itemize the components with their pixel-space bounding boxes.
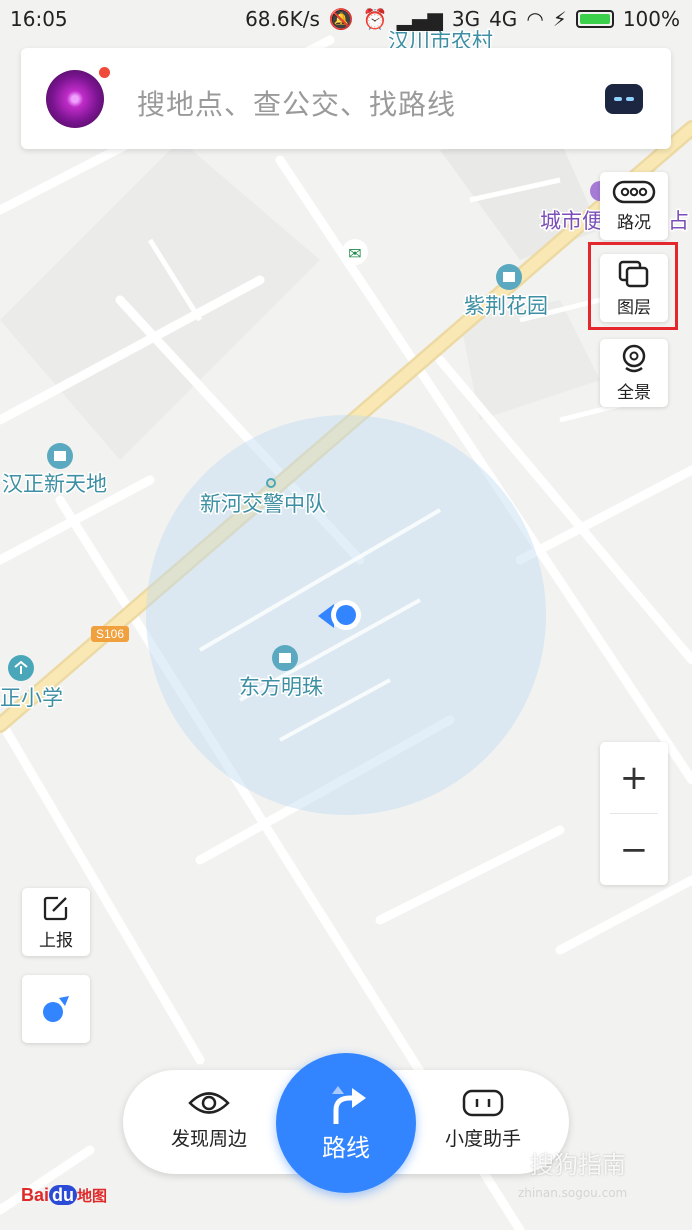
zoom-control: + − (600, 742, 668, 885)
assistant-robot-icon[interactable] (605, 84, 643, 114)
label-police: 新河交警中队 (200, 492, 326, 516)
notification-dot (99, 67, 110, 78)
zoom-out-button[interactable]: − (600, 814, 668, 885)
discover-button[interactable]: 发现周边 (149, 1088, 269, 1151)
signal-icon: ▂▄▆ (396, 7, 443, 31)
poi-hanzheng-icon (47, 443, 73, 469)
road-badge-label: S106 (96, 627, 124, 641)
poi-school-icon (8, 655, 34, 681)
status-bar: 16:05 68.6K/s 🔕 ⏰ ▂▄▆ 3G 4G ◠ ⚡ 100% (0, 0, 692, 40)
network-4g: 4G (489, 7, 518, 31)
edit-icon (43, 896, 68, 920)
baidu-map-logo: Bai du 地图 (21, 1185, 108, 1205)
poi-garden-icon (496, 264, 522, 290)
label-hanzheng: 汉正新天地 (2, 472, 107, 496)
label-school: 正小学 (0, 686, 63, 710)
locate-button[interactable] (22, 975, 90, 1043)
alarm-icon: ⏰ (362, 7, 388, 31)
map-canvas[interactable]: S106 ✉ 汉川市农村 紫荆花园 汉正新天地 新河交警中队 东方明珠 正小学 … (0, 0, 692, 1230)
assistant-icon (462, 1089, 504, 1117)
label-city-suffix: 占 (668, 209, 689, 233)
route-arrow-icon (332, 1085, 366, 1124)
battery-percent: 100% (622, 7, 680, 31)
traffic-button[interactable]: 路况 (600, 172, 668, 240)
search-placeholder[interactable]: 搜地点、查公交、找路线 (137, 83, 456, 123)
net-speed: 68.6K/s (245, 7, 320, 31)
svg-text:✉: ✉ (348, 244, 361, 263)
poi-postoffice-icon: ✉ (342, 239, 368, 265)
discover-label: 发现周边 (170, 1128, 247, 1150)
wifi-icon: ◠ (526, 7, 544, 31)
panorama-icon (622, 344, 646, 372)
poi-pearl-icon (272, 645, 298, 671)
network-3g: 3G (451, 7, 481, 31)
watermark-text: 搜狗指南 (530, 1151, 626, 1179)
eye-icon (188, 1092, 230, 1114)
label-garden: 紫荆花园 (464, 294, 548, 318)
assistant-button[interactable]: 小度助手 (423, 1088, 543, 1151)
route-label: 路线 (322, 1133, 370, 1162)
zoom-in-button[interactable]: + (600, 742, 668, 813)
search-bar[interactable]: 搜地点、查公交、找路线 (21, 48, 671, 149)
report-button[interactable]: 上报 (22, 888, 90, 956)
panorama-button[interactable]: 全景 (600, 339, 668, 407)
assistant-label: 小度助手 (444, 1128, 521, 1150)
layers-highlight-box (588, 242, 678, 330)
label-city: 城市便 (540, 209, 603, 233)
avatar[interactable] (46, 70, 104, 128)
battery-icon (575, 10, 614, 28)
route-button[interactable]: 路线 (276, 1053, 416, 1193)
locate-icon (43, 996, 69, 1022)
traffic-label: 路况 (617, 212, 651, 233)
status-icons: 68.6K/s 🔕 ⏰ ▂▄▆ 3G 4G ◠ ⚡ 100% (245, 7, 680, 31)
label-pearl: 东方明珠 (239, 675, 323, 699)
status-time: 16:05 (10, 7, 68, 31)
report-label: 上报 (39, 930, 73, 951)
watermark-url: zhinan.sogou.com (518, 1186, 628, 1200)
mute-icon: 🔕 (328, 7, 354, 31)
panorama-label: 全景 (617, 382, 651, 403)
traffic-icon (612, 180, 656, 203)
charging-icon: ⚡ (552, 7, 567, 31)
